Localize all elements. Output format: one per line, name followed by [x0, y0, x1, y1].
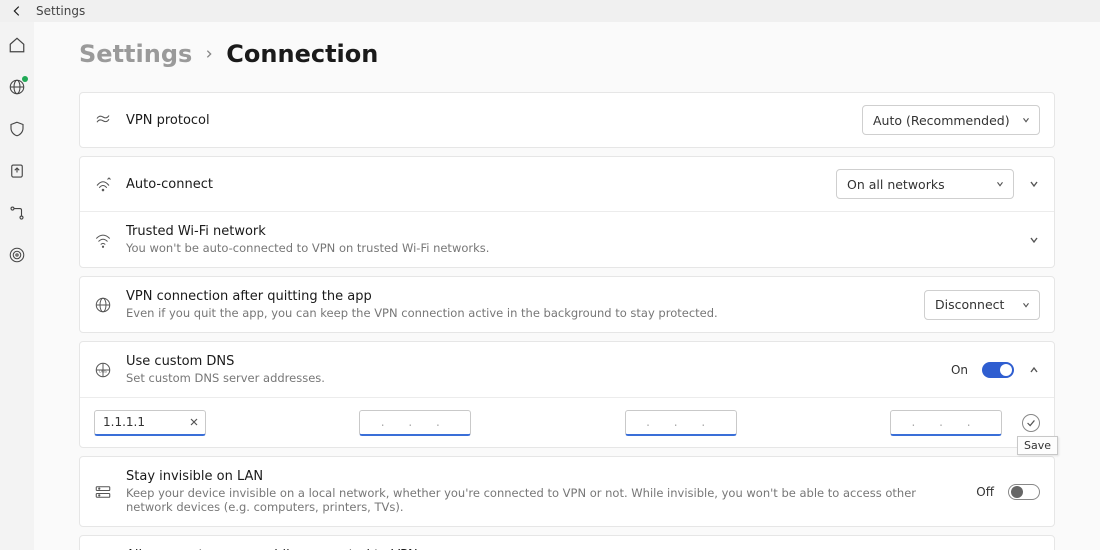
card-custom-dns: DNS Use custom DNS Set custom DNS server…: [79, 341, 1055, 448]
card-remote-access: Allow remote access while connected to V…: [79, 535, 1055, 550]
card-stay-invisible: Stay invisible on LAN Keep your device i…: [79, 456, 1055, 527]
row-subtitle: Keep your device invisible on a local ne…: [126, 486, 962, 514]
chevron-down-icon: [1021, 115, 1031, 125]
globe-icon: [94, 296, 112, 314]
sidebar-shield-icon[interactable]: [8, 120, 26, 138]
dns-placeholder: . . .: [899, 415, 993, 429]
clear-icon[interactable]: [189, 417, 199, 427]
row-title: Use custom DNS: [126, 354, 937, 369]
row-title: VPN connection after quitting the app: [126, 289, 910, 304]
row-subtitle: Set custom DNS server addresses.: [126, 371, 937, 385]
content-area: Settings Connection VPN protocol: [34, 22, 1100, 550]
dns-placeholder: . . .: [634, 415, 728, 429]
row-title: Auto-connect: [126, 177, 822, 192]
card-vpn-protocol: VPN protocol Auto (Recommended): [79, 92, 1055, 148]
after-quit-select[interactable]: Disconnect: [924, 290, 1040, 320]
titlebar: Settings: [0, 0, 1100, 22]
dns-icon: DNS: [94, 361, 112, 379]
protocol-icon: [94, 111, 112, 129]
lan-icon: [94, 483, 112, 501]
chevron-down-icon: [995, 179, 1005, 189]
toggle-label: Off: [976, 485, 994, 499]
row-subtitle: You won't be auto-connected to VPN on tr…: [126, 241, 1014, 255]
window-title: Settings: [36, 4, 85, 18]
row-title: Trusted Wi-Fi network: [126, 224, 1014, 239]
dns-input-4[interactable]: . . .: [890, 410, 1002, 436]
sidebar-upload-icon[interactable]: [8, 162, 26, 180]
breadcrumb-parent[interactable]: Settings: [79, 40, 192, 68]
dns-input-2[interactable]: . . .: [359, 410, 471, 436]
expand-toggle[interactable]: [1028, 234, 1040, 246]
wifi-icon: [94, 231, 112, 249]
dns-input-3[interactable]: . . .: [625, 410, 737, 436]
collapse-toggle[interactable]: [1028, 364, 1040, 376]
chevron-right-icon: [204, 49, 214, 59]
sidebar-home-icon[interactable]: [8, 36, 26, 54]
sidebar-target-icon[interactable]: [8, 246, 26, 264]
sidebar: [0, 22, 34, 550]
status-dot-icon: [22, 76, 28, 82]
dns-placeholder: . . .: [368, 415, 462, 429]
row-title: Stay invisible on LAN: [126, 469, 962, 484]
vpn-protocol-select[interactable]: Auto (Recommended): [862, 105, 1040, 135]
toggle-label: On: [951, 363, 968, 377]
auto-connect-select[interactable]: On all networks: [836, 169, 1014, 199]
breadcrumb-current: Connection: [226, 40, 378, 68]
save-button[interactable]: [1022, 414, 1040, 432]
custom-dns-toggle[interactable]: [982, 362, 1014, 378]
sidebar-routing-icon[interactable]: [8, 204, 26, 222]
row-subtitle: Even if you quit the app, you can keep t…: [126, 306, 910, 320]
chevron-down-icon: [1021, 300, 1031, 310]
save-tooltip: Save: [1017, 436, 1058, 455]
dns-value: 1.1.1.1: [103, 415, 145, 429]
dns-input-1[interactable]: 1.1.1.1: [94, 410, 206, 436]
select-value: On all networks: [847, 177, 945, 192]
stay-invisible-toggle[interactable]: [1008, 484, 1040, 500]
expand-toggle[interactable]: [1028, 178, 1040, 190]
select-value: Auto (Recommended): [873, 113, 1010, 128]
row-title: VPN protocol: [126, 113, 848, 128]
autoconnect-icon: [94, 175, 112, 193]
back-button[interactable]: [10, 4, 24, 18]
card-auto-connect: Auto-connect On all networks: [79, 156, 1055, 268]
svg-text:DNS: DNS: [99, 369, 108, 373]
sidebar-globe-icon[interactable]: [8, 78, 26, 96]
select-value: Disconnect: [935, 297, 1004, 312]
breadcrumb: Settings Connection: [79, 40, 1055, 68]
card-after-quit: VPN connection after quitting the app Ev…: [79, 276, 1055, 333]
